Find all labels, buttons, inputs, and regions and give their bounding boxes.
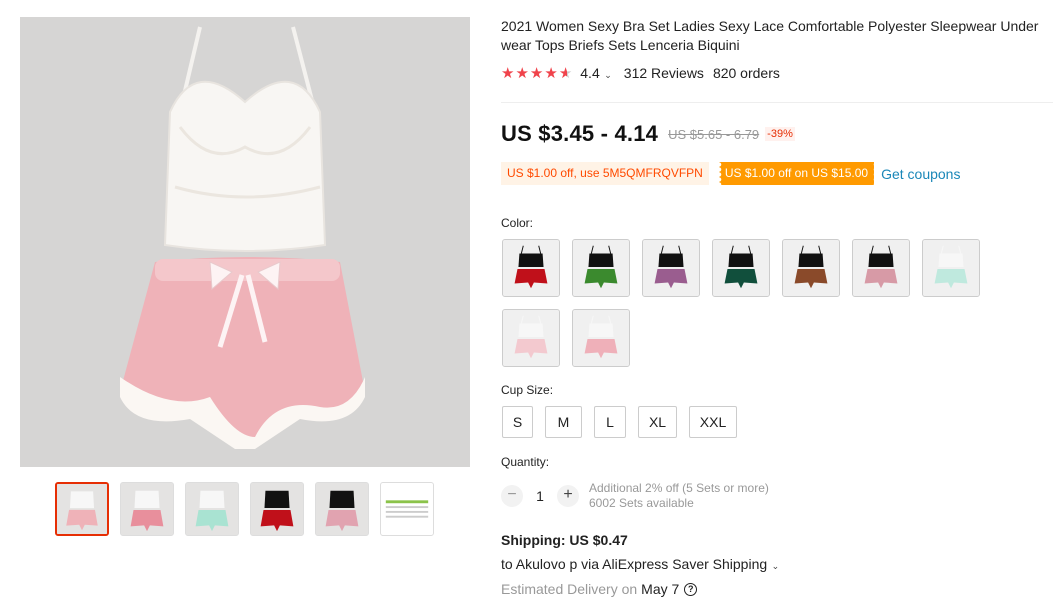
- size-option-s[interactable]: S: [502, 406, 533, 438]
- thumb-black-red[interactable]: [250, 482, 304, 536]
- coupon-code-badge[interactable]: US $1.00 off, use 5M5QMFRQVFPN: [501, 162, 709, 185]
- chevron-down-icon: ⌄: [601, 70, 612, 80]
- discount-badge: -39%: [765, 127, 795, 141]
- color-swatches: [502, 239, 992, 367]
- thumb-white-mint[interactable]: [185, 482, 239, 536]
- star-icon: ★: [515, 64, 529, 82]
- delivery-label: Estimated Delivery on: [501, 581, 638, 597]
- shipping-method[interactable]: to Akulovo p via AliExpress Saver Shippi…: [501, 556, 779, 572]
- color-swatch-black-red[interactable]: [502, 239, 560, 297]
- original-price: US $5.65 - 6.79: [668, 126, 760, 142]
- delivery-date: May 7: [641, 581, 680, 597]
- size-option-xl[interactable]: XL: [638, 406, 677, 438]
- quantity-info: Additional 2% off (5 Sets or more) 6002 …: [589, 481, 769, 511]
- quantity-decrease-button[interactable]: −: [501, 485, 523, 507]
- size-option-xxl[interactable]: XXL: [689, 406, 737, 438]
- quantity-stepper: − 1 + Additional 2% off (5 Sets or more)…: [501, 481, 769, 511]
- star-icon: ★: [544, 64, 558, 82]
- color-swatch-white-mint[interactable]: [922, 239, 980, 297]
- rating-row: ★ ★ ★ ★ ★ 4.4 ⌄ 312 Reviews 820 orders: [501, 65, 1057, 81]
- rating-value[interactable]: 4.4 ⌄: [580, 65, 612, 81]
- quantity-increase-button[interactable]: +: [557, 485, 579, 507]
- star-icon: ★: [529, 64, 544, 82]
- star-icon: ★: [501, 64, 515, 82]
- estimated-delivery: Estimated Delivery on May 7 ?: [501, 581, 698, 597]
- thumb-white-pink[interactable]: [55, 482, 109, 536]
- main-product-image[interactable]: [20, 17, 470, 467]
- price-row: US $3.45 - 4.14 US $5.65 - 6.79 -39%: [501, 121, 795, 147]
- reviews-link[interactable]: 312 Reviews: [624, 65, 704, 81]
- thumb-black-pink[interactable]: [315, 482, 369, 536]
- color-swatch-black-teal[interactable]: [712, 239, 770, 297]
- divider: [501, 102, 1053, 103]
- coupon-row: US $1.00 off, use 5M5QMFRQVFPN US $1.00 …: [501, 162, 960, 185]
- bulk-offer-text: Additional 2% off (5 Sets or more): [589, 481, 769, 495]
- color-swatch-black-pink[interactable]: [852, 239, 910, 297]
- shipping-price: Shipping: US $0.47: [501, 532, 628, 548]
- thumbnail-strip: [55, 482, 434, 536]
- quantity-label: Quantity:: [501, 455, 550, 469]
- main-product-image-graphic: [20, 17, 470, 467]
- color-swatch-white-pink-light[interactable]: [502, 309, 560, 367]
- availability-text: 6002 Sets available: [589, 496, 694, 510]
- product-title: 2021 Women Sexy Bra Set Ladies Sexy Lace…: [501, 18, 1039, 53]
- chevron-down-icon: ⌄: [769, 561, 780, 571]
- size-options: S M L XL XXL: [502, 406, 737, 438]
- product-info: 2021 Women Sexy Bra Set Ladies Sexy Lace…: [501, 17, 1057, 81]
- half-star-icon: ★: [558, 64, 573, 82]
- thumb-white-pink-2[interactable]: [120, 482, 174, 536]
- coupon-offer-badge[interactable]: US $1.00 off on US $15.00: [718, 162, 877, 185]
- color-swatch-white-pink[interactable]: [572, 309, 630, 367]
- get-coupons-link[interactable]: Get coupons: [881, 166, 960, 182]
- help-icon[interactable]: ?: [684, 582, 698, 596]
- thumb-size-chart[interactable]: [380, 482, 434, 536]
- size-option-l[interactable]: L: [594, 406, 626, 438]
- rating-stars: ★ ★ ★ ★ ★: [501, 66, 572, 81]
- quantity-input[interactable]: 1: [523, 488, 557, 504]
- cup-size-label: Cup Size:: [501, 383, 554, 397]
- color-swatch-black-brown[interactable]: [782, 239, 840, 297]
- color-label: Color:: [501, 216, 534, 230]
- current-price: US $3.45 - 4.14: [501, 121, 659, 146]
- color-swatch-black-purple[interactable]: [642, 239, 700, 297]
- color-swatch-black-green[interactable]: [572, 239, 630, 297]
- orders-count: 820 orders: [712, 65, 780, 81]
- size-option-m[interactable]: M: [545, 406, 582, 438]
